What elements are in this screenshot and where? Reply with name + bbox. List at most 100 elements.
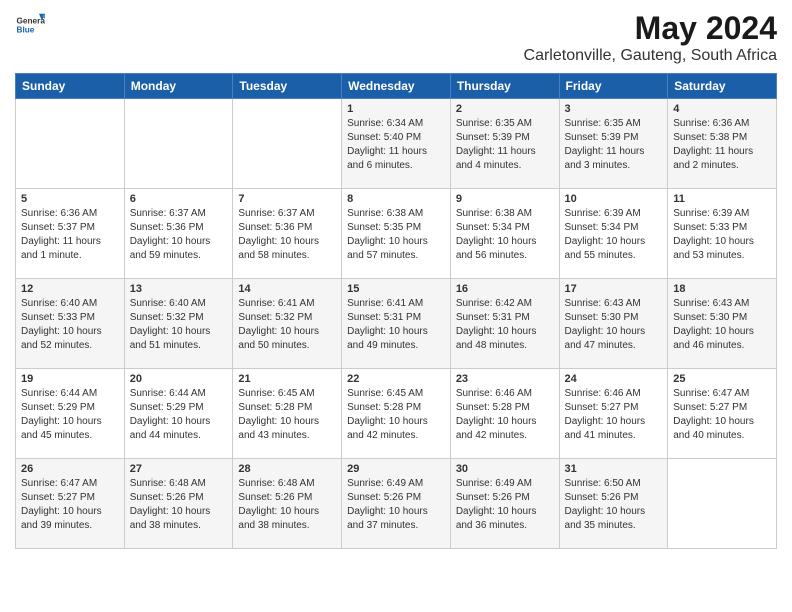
calendar-cell-w4d2: 20Sunrise: 6:44 AM Sunset: 5:29 PM Dayli… — [124, 369, 233, 459]
calendar-cell-w2d5: 9 Sunrise: 6:38 AM Sunset: 5:34 PM Daylig… — [450, 189, 559, 279]
day-number: 17 — [565, 283, 663, 295]
calendar-cell-w4d4: 22 Sunrise: 6:45 AM Sunset: 5:28 PM Dayli… — [342, 369, 451, 459]
calendar-cell-w1d6: 3 Sunrise: 6:35 AM Sunset: 5:39 PM Daylig… — [559, 99, 668, 189]
day-info: Sunrise: 6:50 AM Sunset: 5:26 PM Dayligh… — [565, 477, 663, 533]
calendar-cell-w5d3: 28 Sunrise: 6:48 AM Sunset: 5:26 PM Dayli… — [233, 459, 342, 549]
day-number: 12 — [21, 283, 119, 295]
week-row-4: 19Sunrise: 6:44 AM Sunset: 5:29 PM Dayli… — [16, 369, 777, 459]
day-number: 30 — [456, 463, 554, 475]
header-saturday: Saturday — [668, 74, 777, 99]
day-info: Sunrise: 6:38 AM Sunset: 5:34 PM Dayligh… — [456, 207, 554, 263]
calendar-cell-w2d6: 10 Sunrise: 6:39 AM Sunset: 5:34 PM Dayli… — [559, 189, 668, 279]
calendar-title: May 2024 — [524, 10, 777, 47]
calendar-cell-w3d7: 18 Sunrise: 6:43 AM Sunset: 5:30 PM Dayli… — [668, 279, 777, 369]
calendar-cell-w4d3: 21Sunrise: 6:45 AM Sunset: 5:28 PM Dayli… — [233, 369, 342, 459]
day-info: Sunrise: 6:41 AM Sunset: 5:32 PM Dayligh… — [238, 297, 336, 353]
day-number: 1 — [347, 103, 445, 115]
day-info: Sunrise: 6:39 AM Sunset: 5:33 PM Dayligh… — [673, 207, 771, 263]
calendar-cell-w4d6: 24 Sunrise: 6:46 AM Sunset: 5:27 PM Dayli… — [559, 369, 668, 459]
day-info: Sunrise: 6:43 AM Sunset: 5:30 PM Dayligh… — [673, 297, 771, 353]
calendar-cell-w3d5: 16Sunrise: 6:42 AM Sunset: 5:31 PM Dayli… — [450, 279, 559, 369]
calendar-cell-w2d2: 6 Sunrise: 6:37 AM Sunset: 5:36 PM Daylig… — [124, 189, 233, 279]
day-number: 5 — [21, 193, 119, 205]
calendar-cell-w3d6: 17Sunrise: 6:43 AM Sunset: 5:30 PM Dayli… — [559, 279, 668, 369]
calendar-cell-w2d4: 8Sunrise: 6:38 AM Sunset: 5:35 PM Daylig… — [342, 189, 451, 279]
day-number: 3 — [565, 103, 663, 115]
calendar-cell-w1d4: 1 Sunrise: 6:34 AM Sunset: 5:40 PM Daylig… — [342, 99, 451, 189]
day-number: 13 — [130, 283, 228, 295]
day-number: 28 — [238, 463, 336, 475]
header-sunday: Sunday — [16, 74, 125, 99]
day-number: 23 — [456, 373, 554, 385]
day-number: 26 — [21, 463, 119, 475]
day-info: Sunrise: 6:36 AM Sunset: 5:38 PM Dayligh… — [673, 117, 771, 173]
day-number: 10 — [565, 193, 663, 205]
calendar-cell-w2d7: 11 Sunrise: 6:39 AM Sunset: 5:33 PM Dayli… — [668, 189, 777, 279]
day-info: Sunrise: 6:48 AM Sunset: 5:26 PM Dayligh… — [130, 477, 228, 533]
header-monday: Monday — [124, 74, 233, 99]
day-info: Sunrise: 6:44 AM Sunset: 5:29 PM Dayligh… — [21, 387, 119, 443]
calendar-cell-w1d2 — [124, 99, 233, 189]
day-number: 18 — [673, 283, 771, 295]
day-info: Sunrise: 6:40 AM Sunset: 5:33 PM Dayligh… — [21, 297, 119, 353]
day-info: Sunrise: 6:46 AM Sunset: 5:28 PM Dayligh… — [456, 387, 554, 443]
day-number: 31 — [565, 463, 663, 475]
calendar-cell-w5d2: 27 Sunrise: 6:48 AM Sunset: 5:26 PM Dayli… — [124, 459, 233, 549]
day-info: Sunrise: 6:45 AM Sunset: 5:28 PM Dayligh… — [347, 387, 445, 443]
day-info: Sunrise: 6:36 AM Sunset: 5:37 PM Dayligh… — [21, 207, 119, 263]
day-number: 9 — [456, 193, 554, 205]
header-wednesday: Wednesday — [342, 74, 451, 99]
calendar-body: 1 Sunrise: 6:34 AM Sunset: 5:40 PM Daylig… — [16, 99, 777, 549]
calendar-cell-w3d4: 15 Sunrise: 6:41 AM Sunset: 5:31 PM Dayli… — [342, 279, 451, 369]
calendar-cell-w4d1: 19Sunrise: 6:44 AM Sunset: 5:29 PM Dayli… — [16, 369, 125, 459]
day-number: 15 — [347, 283, 445, 295]
day-info: Sunrise: 6:35 AM Sunset: 5:39 PM Dayligh… — [565, 117, 663, 173]
day-info: Sunrise: 6:37 AM Sunset: 5:36 PM Dayligh… — [130, 207, 228, 263]
day-info: Sunrise: 6:38 AM Sunset: 5:35 PM Dayligh… — [347, 207, 445, 263]
logo: General Blue — [15, 10, 45, 40]
calendar-cell-w5d5: 30 Sunrise: 6:49 AM Sunset: 5:26 PM Dayli… — [450, 459, 559, 549]
day-info: Sunrise: 6:37 AM Sunset: 5:36 PM Dayligh… — [238, 207, 336, 263]
day-info: Sunrise: 6:46 AM Sunset: 5:27 PM Dayligh… — [565, 387, 663, 443]
svg-text:General: General — [17, 17, 46, 26]
week-row-1: 1 Sunrise: 6:34 AM Sunset: 5:40 PM Daylig… — [16, 99, 777, 189]
calendar-cell-w3d1: 12 Sunrise: 6:40 AM Sunset: 5:33 PM Dayli… — [16, 279, 125, 369]
calendar-cell-w1d3 — [233, 99, 342, 189]
day-info: Sunrise: 6:40 AM Sunset: 5:32 PM Dayligh… — [130, 297, 228, 353]
day-number: 21 — [238, 373, 336, 385]
day-number: 11 — [673, 193, 771, 205]
day-number: 27 — [130, 463, 228, 475]
day-info: Sunrise: 6:47 AM Sunset: 5:27 PM Dayligh… — [21, 477, 119, 533]
header-tuesday: Tuesday — [233, 74, 342, 99]
day-number: 14 — [238, 283, 336, 295]
day-number: 24 — [565, 373, 663, 385]
day-info: Sunrise: 6:42 AM Sunset: 5:31 PM Dayligh… — [456, 297, 554, 353]
day-info: Sunrise: 6:41 AM Sunset: 5:31 PM Dayligh… — [347, 297, 445, 353]
day-info: Sunrise: 6:44 AM Sunset: 5:29 PM Dayligh… — [130, 387, 228, 443]
calendar-cell-w5d4: 29Sunrise: 6:49 AM Sunset: 5:26 PM Dayli… — [342, 459, 451, 549]
calendar-header: General Blue May 2024 Carletonville, Gau… — [15, 10, 777, 65]
days-header-row: Sunday Monday Tuesday Wednesday Thursday… — [16, 74, 777, 99]
calendar-cell-w5d1: 26 Sunrise: 6:47 AM Sunset: 5:27 PM Dayli… — [16, 459, 125, 549]
day-info: Sunrise: 6:48 AM Sunset: 5:26 PM Dayligh… — [238, 477, 336, 533]
day-number: 29 — [347, 463, 445, 475]
day-info: Sunrise: 6:39 AM Sunset: 5:34 PM Dayligh… — [565, 207, 663, 263]
day-number: 25 — [673, 373, 771, 385]
calendar-cell-w4d5: 23 Sunrise: 6:46 AM Sunset: 5:28 PM Dayli… — [450, 369, 559, 459]
calendar-cell-w5d6: 31 Sunrise: 6:50 AM Sunset: 5:26 PM Dayli… — [559, 459, 668, 549]
calendar-cell-w2d1: 5 Sunrise: 6:36 AM Sunset: 5:37 PM Daylig… — [16, 189, 125, 279]
day-number: 2 — [456, 103, 554, 115]
day-info: Sunrise: 6:34 AM Sunset: 5:40 PM Dayligh… — [347, 117, 445, 173]
day-number: 6 — [130, 193, 228, 205]
day-info: Sunrise: 6:49 AM Sunset: 5:26 PM Dayligh… — [456, 477, 554, 533]
day-info: Sunrise: 6:47 AM Sunset: 5:27 PM Dayligh… — [673, 387, 771, 443]
calendar-cell-w3d2: 13 Sunrise: 6:40 AM Sunset: 5:32 PM Dayli… — [124, 279, 233, 369]
calendar-cell-w1d5: 2Sunrise: 6:35 AM Sunset: 5:39 PM Daylig… — [450, 99, 559, 189]
day-number: 22 — [347, 373, 445, 385]
svg-text:Blue: Blue — [17, 26, 35, 35]
week-row-5: 26 Sunrise: 6:47 AM Sunset: 5:27 PM Dayli… — [16, 459, 777, 549]
calendar-subtitle: Carletonville, Gauteng, South Africa — [524, 47, 777, 65]
day-number: 4 — [673, 103, 771, 115]
calendar-container: General Blue May 2024 Carletonville, Gau… — [0, 0, 792, 559]
week-row-2: 5 Sunrise: 6:36 AM Sunset: 5:37 PM Daylig… — [16, 189, 777, 279]
